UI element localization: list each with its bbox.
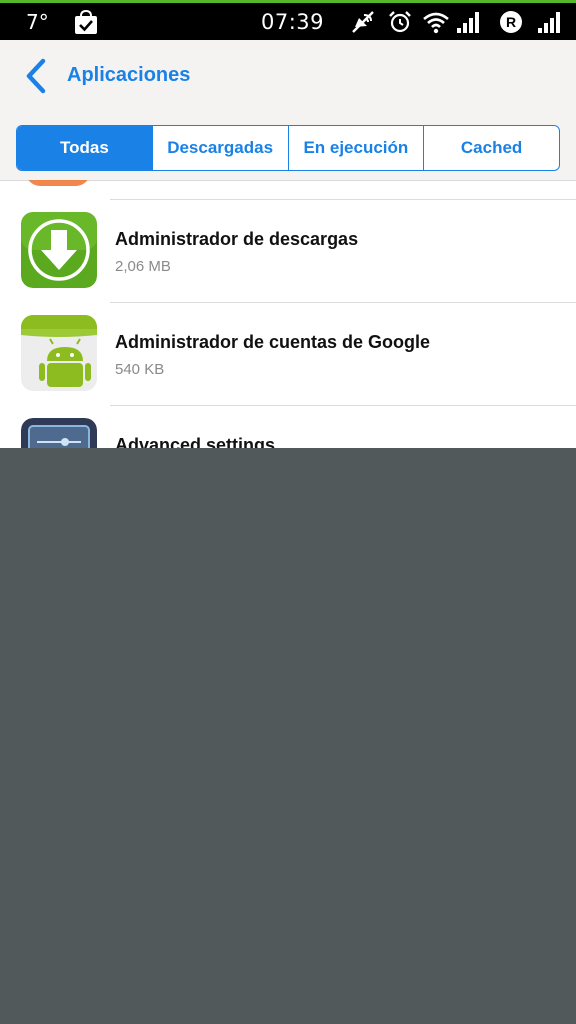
app-name: Administrador de descargas [115,229,359,249]
roaming-r-icon: R [499,3,523,40]
signal-icon [456,3,482,40]
list-item-advanced-settings[interactable]: Advanced settings [0,406,576,448]
back-button[interactable] [16,56,56,96]
app-header: Aplicaciones Todas Descargadas En ejecuc… [0,40,576,180]
signal-icon [537,3,563,40]
notifications-muted-icon [350,3,376,40]
roaming-label: R [506,14,516,30]
wifi-icon [422,3,450,40]
list-item-administrador-cuentas-google[interactable]: Administrador de cuentas de Google 540 K… [0,303,576,405]
temperature-readout: 7° [26,9,49,34]
shopping-bag-check-icon [73,3,99,40]
app-list: Administrador de descargas 2,06 MB Admin… [0,180,576,448]
settings-sliders-icon [21,418,97,448]
app-name: Administrador de cuentas de Google [115,332,431,352]
filter-tabs: Todas Descargadas En ejecución Cached [16,125,560,171]
alarm-icon [388,3,412,40]
app-icon-partial [26,180,90,186]
chevron-left-icon [26,58,46,94]
app-name: Advanced settings [115,435,276,448]
status-bar: 7° 07:39 R [0,0,576,40]
list-item-administrador-descargas[interactable]: Administrador de descargas 2,06 MB [0,200,576,302]
app-size: 540 KB [115,361,165,378]
app-size: 2,06 MB [115,258,171,275]
clock: 07:39 [261,9,325,34]
page-title: Aplicaciones [67,64,191,86]
tab-descargadas[interactable]: Descargadas [153,126,289,170]
android-robot-icon [21,315,97,391]
download-arrow-icon [21,212,97,288]
tab-cached[interactable]: Cached [424,126,559,170]
tab-en-ejecucion[interactable]: En ejecución [289,126,425,170]
tab-todas[interactable]: Todas [17,126,153,170]
dim-overlay [0,448,576,1024]
